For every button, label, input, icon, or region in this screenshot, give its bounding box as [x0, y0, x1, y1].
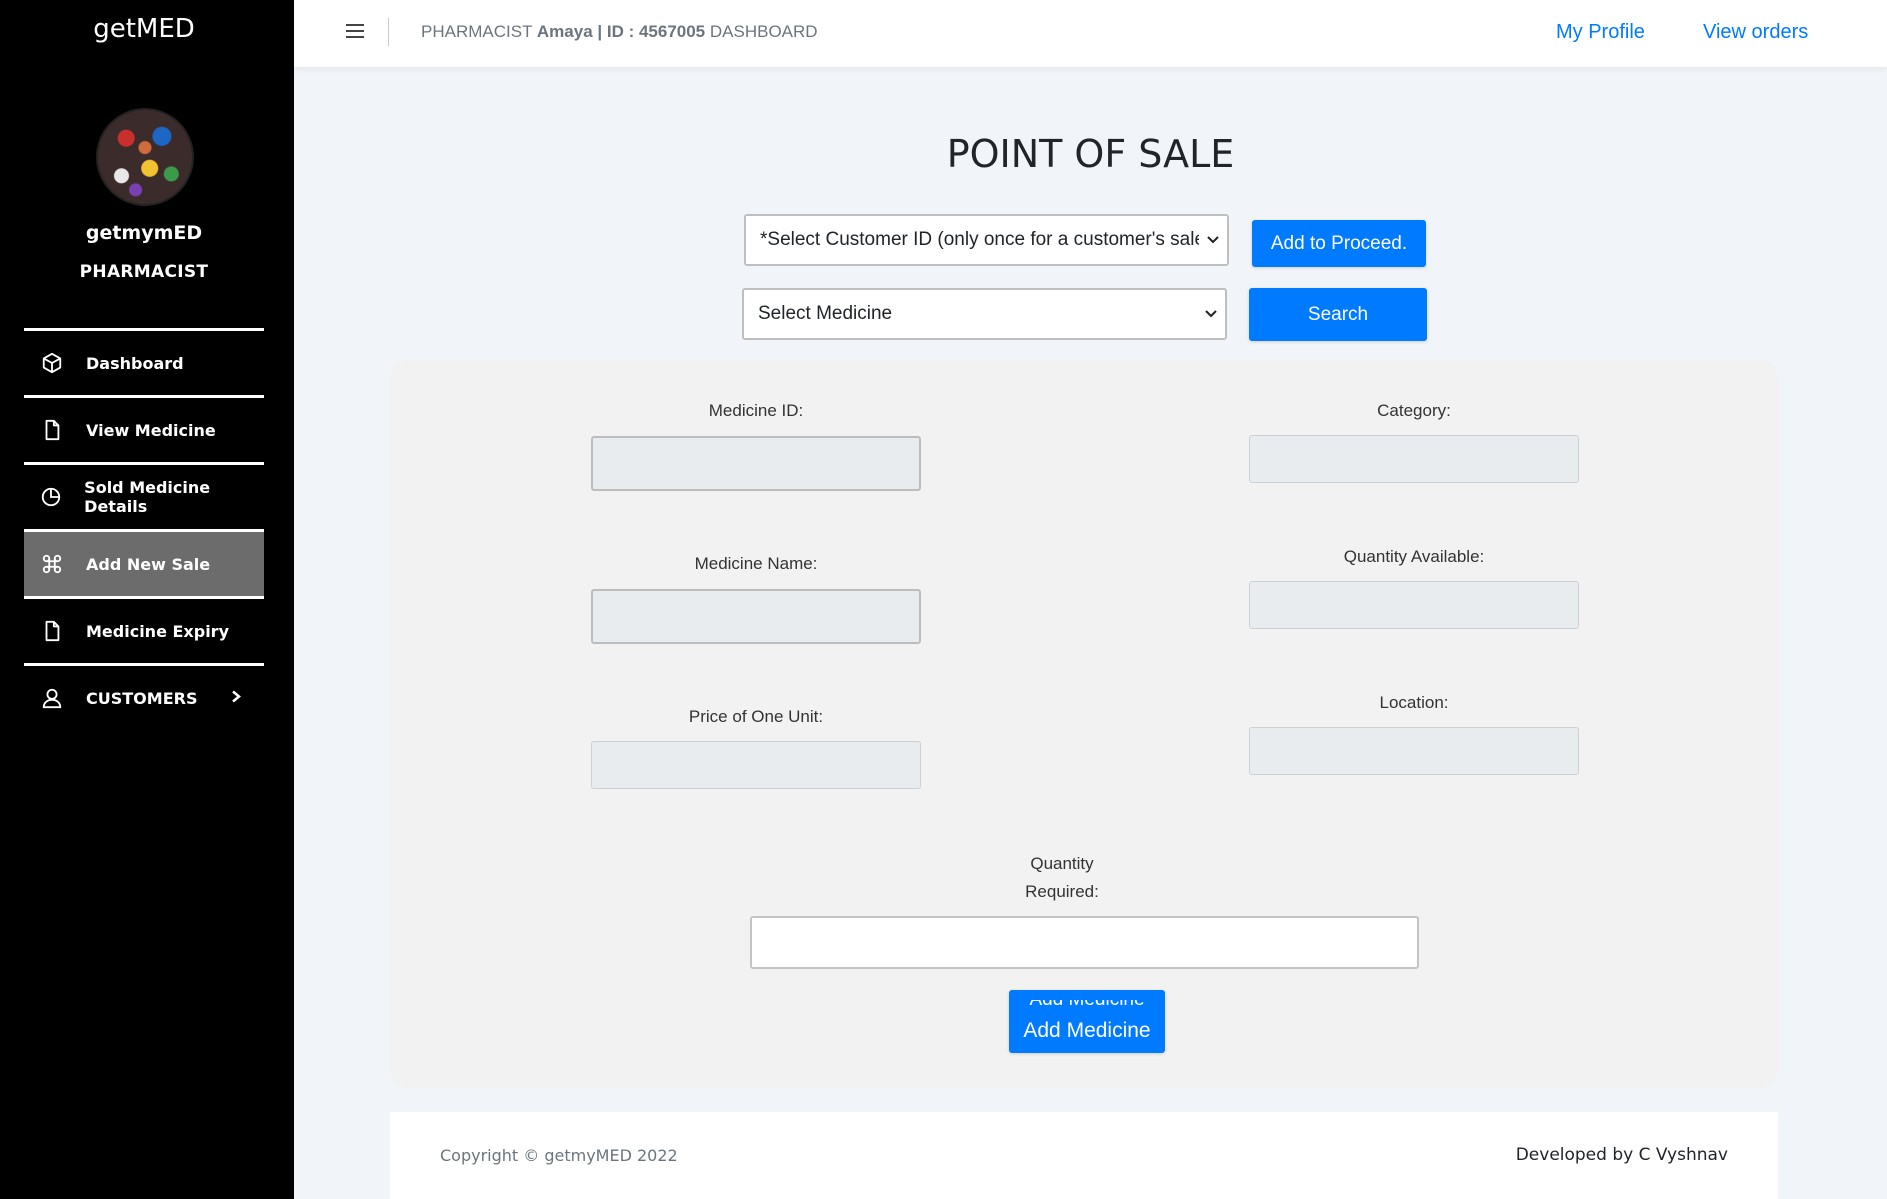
medicine-id-label: Medicine ID:: [708, 401, 804, 420]
sidebar-item-medicine-expiry[interactable]: Medicine Expiry: [24, 596, 264, 663]
avatar: [96, 108, 194, 206]
medicine-select[interactable]: Select Medicine: [742, 288, 1227, 340]
sidebar-item-add-new-sale[interactable]: Add New Sale: [24, 529, 264, 599]
page-title: POINT OF SALE: [946, 132, 1235, 176]
quantity-required-input[interactable]: [750, 916, 1419, 969]
my-profile-link[interactable]: My Profile: [1556, 21, 1645, 44]
medicine-name-label: Medicine Name:: [694, 554, 818, 573]
customer-id-select-value: *Select Customer ID (only once for a cus…: [760, 229, 1199, 250]
sidebar-item-label: Medicine Expiry: [86, 621, 229, 641]
cube-icon: [40, 351, 64, 375]
quantity-required-label: Quantity Required:: [1025, 854, 1099, 901]
sidebar-item-label: Add New Sale: [86, 554, 211, 574]
topbar: PHARMACIST Amaya | ID : 4567005 DASHBOAR…: [294, 0, 1887, 67]
breadcrumb: PHARMACIST Amaya | ID : 4567005 DASHBOAR…: [421, 22, 818, 42]
developer-credit: Developed by C Vyshnav: [1515, 1145, 1728, 1165]
brand-logo[interactable]: getMED: [0, 14, 288, 44]
chevron-down-icon: [1199, 236, 1227, 244]
location-label: Location:: [1379, 693, 1449, 712]
file-icon: [40, 418, 64, 442]
user-name: getmymED: [85, 222, 203, 244]
customer-id-select[interactable]: *Select Customer ID (only once for a cus…: [744, 214, 1229, 266]
pie-chart-icon: [40, 485, 62, 509]
sidebar-item-label: View Medicine: [86, 420, 216, 440]
medicine-id-field[interactable]: [591, 436, 921, 491]
location-field[interactable]: [1249, 727, 1579, 775]
footer: Copyright © getmyMED 2022 Developed by C…: [390, 1112, 1778, 1199]
add-to-proceed-button[interactable]: Add to Proceed.: [1252, 220, 1426, 267]
category-label: Category:: [1377, 401, 1451, 420]
search-button[interactable]: Search: [1249, 288, 1427, 341]
category-field[interactable]: [1249, 435, 1579, 483]
user-role: PHARMACIST: [79, 262, 209, 282]
quantity-available-field[interactable]: [1249, 581, 1579, 629]
sidebar-nav: Dashboard View Medicine Sold Medicine De…: [24, 328, 264, 730]
chevron-down-icon: [1197, 310, 1225, 318]
price-label: Price of One Unit:: [688, 707, 824, 726]
view-orders-link[interactable]: View orders: [1703, 21, 1808, 44]
medicine-name-field[interactable]: [591, 589, 921, 644]
sidebar-item-label: Dashboard: [86, 353, 184, 373]
quantity-available-label: Quantity Available:: [1343, 547, 1485, 566]
sidebar: getMED getmymED PHARMACIST Dashboard Vie…: [0, 0, 294, 1199]
sidebar-item-dashboard[interactable]: Dashboard: [24, 328, 264, 395]
medicine-select-value: Select Medicine: [758, 303, 893, 324]
breadcrumb-user-id: Amaya | ID : 4567005: [536, 22, 706, 41]
sidebar-item-label: Sold Medicine Details: [84, 478, 211, 516]
add-medicine-button[interactable]: Add Medicine Add Medicine: [1009, 990, 1165, 1053]
sidebar-item-label: CUSTOMERS: [86, 688, 198, 708]
add-medicine-button-label: Add Medicine: [1023, 1019, 1151, 1042]
sidebar-item-customers[interactable]: CUSTOMERS: [24, 663, 264, 730]
file-icon: [40, 619, 64, 643]
breadcrumb-role: PHARMACIST: [421, 22, 533, 41]
add-medicine-button-overflow-label: Add Medicine: [1029, 990, 1145, 1010]
menu-toggle-icon[interactable]: [346, 24, 364, 40]
breadcrumb-suffix: DASHBOARD: [709, 22, 818, 41]
command-icon: [40, 552, 64, 576]
divider: [388, 18, 389, 46]
copyright-text: Copyright © getmyMED 2022: [440, 1146, 678, 1165]
user-icon: [40, 686, 64, 710]
price-field[interactable]: [591, 741, 921, 789]
chevron-right-icon: [230, 689, 242, 708]
sidebar-item-view-medicine[interactable]: View Medicine: [24, 395, 264, 462]
sidebar-item-sold-medicine-details[interactable]: Sold Medicine Details: [24, 462, 264, 529]
